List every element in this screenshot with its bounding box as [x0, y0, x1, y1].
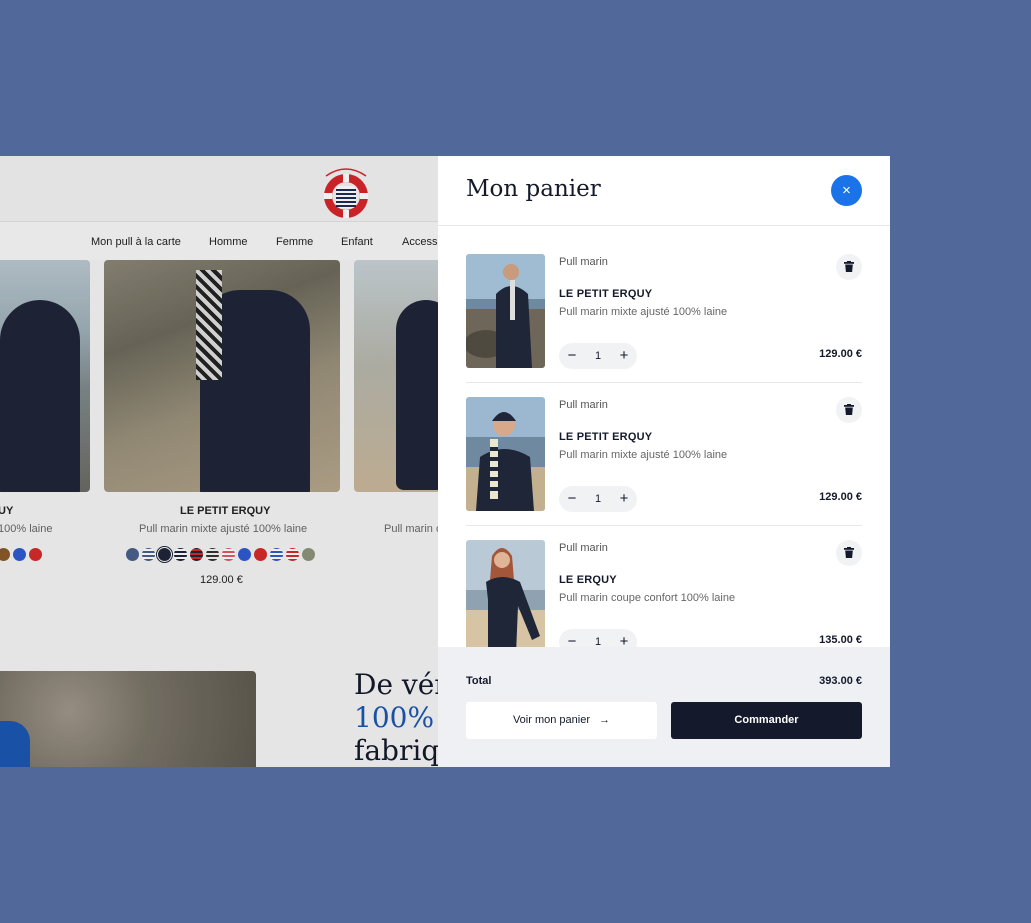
- product-thumbnail[interactable]: [466, 254, 545, 368]
- nav-item-femme[interactable]: Femme: [276, 236, 313, 248]
- cart-drawer: Mon panier × Pull marin LE PETIT ERQUY P…: [438, 156, 890, 767]
- quantity-stepper: − 1 +: [559, 486, 637, 512]
- view-cart-button[interactable]: Voir mon panier →: [466, 702, 657, 739]
- product-subtitle: Pull marin c: [384, 523, 438, 535]
- plus-icon[interactable]: +: [611, 486, 637, 512]
- minus-icon[interactable]: −: [559, 629, 585, 647]
- item-price: 129.00 €: [819, 348, 862, 360]
- trash-icon[interactable]: [836, 254, 862, 280]
- shop-nav: Mon pull à la carte Homme Femme Enfant A…: [0, 222, 438, 260]
- view-cart-label: Voir mon panier: [512, 714, 590, 726]
- total-value: 393.00 €: [819, 675, 862, 687]
- product-subtitle: 100% laine: [0, 523, 53, 535]
- product-price: 129.00 €: [200, 574, 243, 586]
- quantity-value: 1: [594, 636, 602, 647]
- trash-icon[interactable]: [836, 540, 862, 566]
- arrow-right-icon: →: [599, 714, 611, 726]
- cart-title: Mon panier: [466, 176, 601, 202]
- item-description: Pull marin mixte ajusté 100% laine: [559, 449, 728, 461]
- cart-footer: Total 393.00 € Voir mon panier → Command…: [438, 647, 890, 767]
- shop-page: Mon pull à la carte Homme Femme Enfant A…: [0, 156, 438, 767]
- item-description: Pull marin coupe confort 100% laine: [559, 592, 736, 604]
- item-category: Pull marin: [559, 542, 608, 554]
- item-description: Pull marin mixte ajusté 100% laine: [559, 306, 728, 318]
- color-swatches: [0, 548, 42, 561]
- brand-logo[interactable]: [318, 162, 374, 220]
- nav-item-custom[interactable]: Mon pull à la carte: [91, 236, 181, 248]
- item-name[interactable]: LE PETIT ERQUY: [559, 431, 652, 443]
- shop-header: [0, 156, 438, 222]
- quantity-value: 1: [594, 350, 602, 362]
- nav-item-enfant[interactable]: Enfant: [341, 236, 373, 248]
- item-price: 135.00 €: [819, 634, 862, 646]
- product-photo[interactable]: [0, 260, 90, 492]
- close-icon[interactable]: ×: [831, 175, 862, 206]
- nav-item-accessoires[interactable]: Accessoires: [402, 236, 438, 248]
- minus-icon[interactable]: −: [559, 343, 585, 369]
- cart-header: Mon panier ×: [438, 156, 890, 226]
- total-label: Total: [466, 675, 492, 687]
- product-photo[interactable]: [104, 260, 340, 492]
- quantity-stepper: − 1 +: [559, 629, 637, 647]
- order-button[interactable]: Commander: [671, 702, 862, 739]
- banner-photo: [0, 671, 256, 767]
- cart-item: Pull marin LE PETIT ERQUY Pull marin mix…: [466, 227, 862, 383]
- product-title[interactable]: UY: [0, 505, 13, 517]
- quantity-value: 1: [594, 493, 602, 505]
- item-name[interactable]: LE PETIT ERQUY: [559, 288, 652, 300]
- product-subtitle: Pull marin mixte ajusté 100% laine: [139, 523, 308, 535]
- item-category: Pull marin: [559, 256, 608, 268]
- item-category: Pull marin: [559, 399, 608, 411]
- trash-icon[interactable]: [836, 397, 862, 423]
- minus-icon[interactable]: −: [559, 486, 585, 512]
- banner-headline: De vér 100% fabriq: [354, 668, 438, 767]
- item-name[interactable]: LE ERQUY: [559, 574, 617, 586]
- product-title[interactable]: LE PETIT ERQUY: [180, 505, 270, 517]
- cart-items[interactable]: Pull marin LE PETIT ERQUY Pull marin mix…: [438, 227, 890, 647]
- plus-icon[interactable]: +: [611, 343, 637, 369]
- quantity-stepper: − 1 +: [559, 343, 637, 369]
- cart-item: Pull marin LE PETIT ERQUY Pull marin mix…: [466, 370, 862, 526]
- cart-item: Pull marin LE ERQUY Pull marin coupe con…: [466, 513, 862, 647]
- item-price: 129.00 €: [819, 491, 862, 503]
- nav-item-homme[interactable]: Homme: [209, 236, 248, 248]
- plus-icon[interactable]: +: [611, 629, 637, 647]
- product-thumbnail[interactable]: [466, 540, 545, 647]
- color-swatches[interactable]: [126, 548, 315, 561]
- product-thumbnail[interactable]: [466, 397, 545, 511]
- product-photo[interactable]: [354, 260, 438, 492]
